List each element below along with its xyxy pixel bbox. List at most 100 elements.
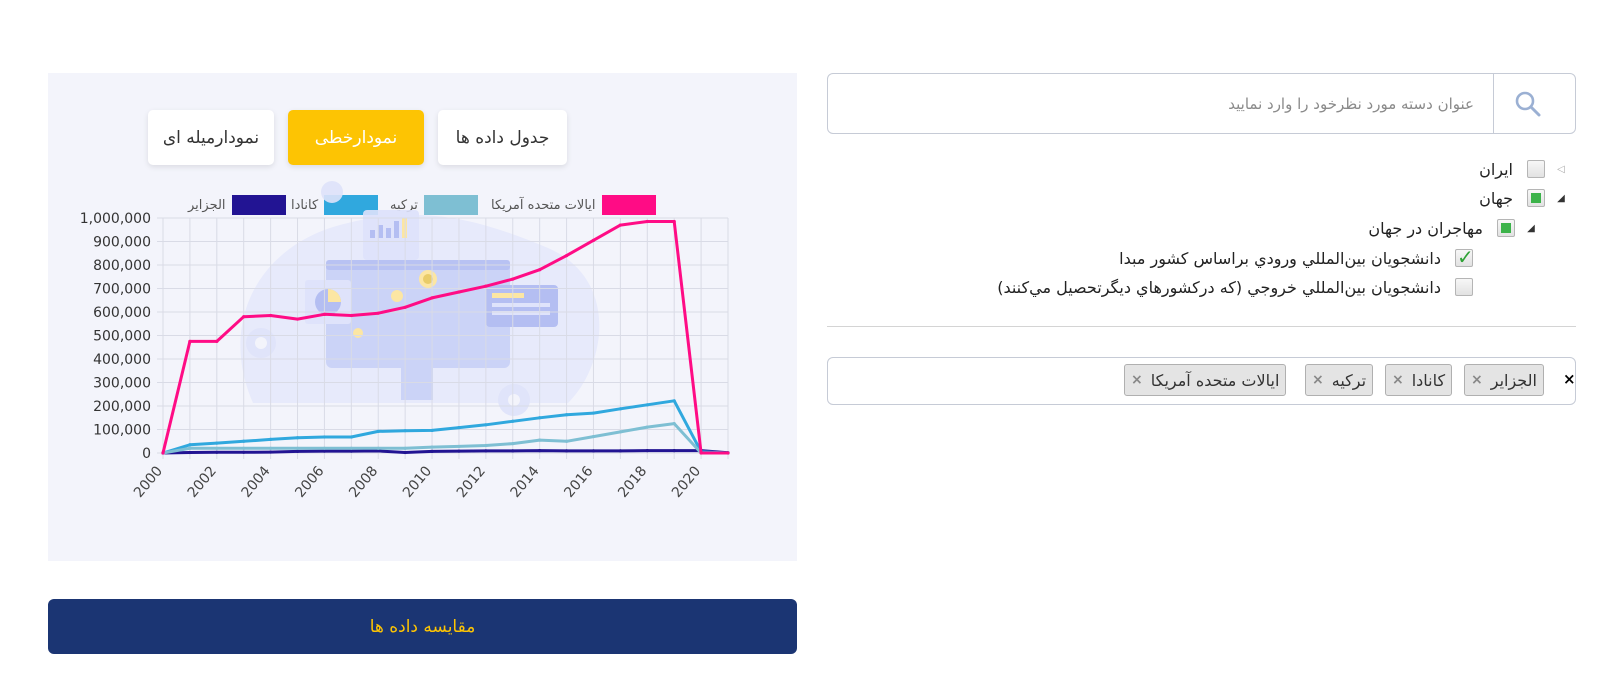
data-point[interactable] (269, 313, 273, 318)
tree-checkbox[interactable] (1455, 245, 1474, 269)
data-point[interactable] (726, 451, 730, 455)
data-point[interactable] (672, 219, 676, 224)
data-point[interactable] (618, 430, 622, 434)
data-point[interactable] (242, 439, 246, 443)
tree-node-label[interactable]: جهان (1479, 189, 1513, 208)
data-point[interactable] (564, 254, 569, 258)
tree-checkbox[interactable] (1527, 189, 1545, 207)
data-point[interactable] (511, 419, 515, 423)
expand-arrow-icon[interactable]: ◁ (1555, 164, 1567, 175)
data-point[interactable] (591, 449, 596, 453)
data-point[interactable] (564, 413, 569, 417)
tree-checkbox[interactable] (1527, 160, 1545, 178)
data-point[interactable] (295, 449, 300, 453)
tree-node-label[interactable]: دانشجويان بين‌المللي خروجي (كه دركشورهاي… (997, 278, 1441, 297)
remove-tag-icon[interactable]: × (1131, 372, 1143, 388)
tree-node-inbound-students[interactable]: دانشجويان بين‌المللي ورودي براساس كشور م… (1000, 245, 1483, 271)
data-point[interactable] (403, 446, 407, 450)
data-point[interactable] (295, 317, 300, 321)
data-point[interactable] (591, 411, 596, 415)
data-point[interactable] (538, 438, 542, 442)
data-point[interactable] (672, 399, 676, 403)
selected-items-box[interactable]: × الجزایر × کانادا × ترکیه × ایالات متحد… (827, 357, 1576, 405)
data-point[interactable] (457, 290, 461, 294)
data-point[interactable] (215, 446, 219, 450)
data-point[interactable] (242, 315, 246, 319)
data-point[interactable] (322, 312, 327, 316)
data-point[interactable] (484, 449, 488, 453)
data-point[interactable] (295, 436, 300, 440)
data-point[interactable] (376, 429, 380, 433)
data-point[interactable] (430, 449, 434, 453)
tree-node-world[interactable]: ◢ جهان (1320, 185, 1567, 211)
data-point[interactable] (645, 425, 649, 429)
data-point[interactable] (511, 442, 515, 446)
data-point[interactable] (403, 450, 407, 455)
data-point[interactable] (242, 450, 246, 454)
data-point[interactable] (618, 223, 622, 227)
data-point[interactable] (484, 423, 488, 427)
data-point[interactable] (376, 446, 380, 450)
data-point[interactable] (403, 305, 407, 309)
data-point[interactable] (403, 429, 407, 433)
category-search-input[interactable] (830, 75, 1494, 132)
tree-node-outbound-students[interactable]: دانشجويان بين‌المللي خروجي (كه دركشورهاي… (900, 274, 1483, 300)
data-point[interactable] (322, 435, 327, 439)
data-point[interactable] (215, 450, 219, 454)
data-point[interactable] (161, 451, 165, 455)
data-point[interactable] (645, 403, 649, 407)
compare-data-button[interactable]: مقایسه داده ها (48, 599, 797, 654)
data-point[interactable] (484, 443, 488, 448)
data-point[interactable] (672, 449, 676, 453)
data-point[interactable] (430, 296, 434, 300)
data-point[interactable] (188, 443, 192, 447)
data-point[interactable] (457, 426, 461, 430)
data-point[interactable] (188, 339, 192, 343)
data-point[interactable] (511, 449, 515, 453)
tree-node-migrants[interactable]: ◢ مهاجران در جهان (1200, 215, 1537, 241)
data-point[interactable] (349, 449, 353, 453)
data-point[interactable] (349, 435, 353, 439)
data-point[interactable] (295, 446, 300, 450)
data-point[interactable] (699, 451, 703, 455)
data-point[interactable] (672, 422, 676, 426)
data-point[interactable] (269, 446, 273, 450)
data-point[interactable] (484, 284, 488, 288)
data-point[interactable] (618, 407, 622, 411)
tree-node-label[interactable]: مهاجران در جهان (1368, 219, 1483, 238)
data-point[interactable] (564, 449, 569, 453)
tree-node-label[interactable]: دانشجويان بين‌المللي ورودي براساس كشور م… (1119, 249, 1441, 268)
data-point[interactable] (538, 268, 542, 272)
data-point[interactable] (564, 439, 569, 443)
data-point[interactable] (322, 446, 327, 450)
data-point[interactable] (430, 445, 434, 449)
tree-node-iran[interactable]: ◁ ایران (1320, 156, 1567, 182)
remove-tag-icon[interactable]: × (1312, 372, 1324, 388)
collapse-arrow-icon[interactable]: ◢ (1525, 223, 1537, 234)
data-point[interactable] (322, 449, 327, 453)
data-point[interactable] (538, 416, 542, 420)
data-point[interactable] (591, 238, 596, 242)
data-point[interactable] (376, 311, 380, 315)
data-point[interactable] (591, 434, 596, 439)
data-point[interactable] (457, 449, 461, 453)
data-point[interactable] (430, 428, 434, 433)
data-point[interactable] (538, 449, 542, 453)
tree-node-label[interactable]: ایران (1479, 160, 1513, 179)
data-point[interactable] (215, 441, 219, 445)
remove-tag-icon[interactable]: × (1392, 372, 1404, 388)
data-point[interactable] (618, 449, 622, 453)
remove-tag-icon[interactable]: × (1471, 372, 1483, 388)
tree-checkbox[interactable] (1455, 278, 1473, 296)
collapse-arrow-icon[interactable]: ◢ (1555, 193, 1567, 204)
data-point[interactable] (349, 446, 353, 450)
clear-all-icon[interactable]: × (1563, 370, 1576, 388)
data-point[interactable] (349, 313, 353, 318)
search-icon[interactable] (1514, 90, 1542, 118)
data-point[interactable] (242, 446, 246, 450)
data-point[interactable] (215, 339, 219, 343)
data-point[interactable] (645, 449, 649, 453)
data-point[interactable] (269, 450, 273, 454)
data-point[interactable] (188, 446, 192, 450)
data-point[interactable] (188, 450, 192, 455)
